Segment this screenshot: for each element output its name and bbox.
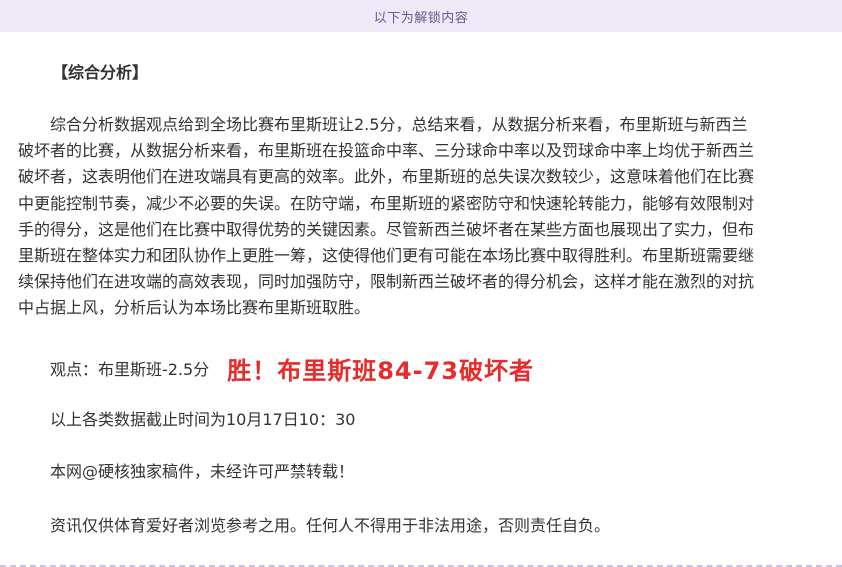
article-content: 【综合分析】 综合分析数据观点给到全场比赛布里斯班让2.5分，总结来看，从数据分… (0, 32, 842, 565)
paragraph-line: 综合分析数据观点给到全场比赛布里斯班让2.5分，总结来看，从数据分析来看，布里斯… (50, 115, 748, 134)
paragraph-line: 破坏者的比赛，从数据分析来看，布里斯班在投篮命中率、三分球命中率以及罚球命中率上… (18, 141, 755, 161)
data-cutoff-text: 以上各类数据截止时间为10月17日10：30 (50, 410, 356, 429)
disclaimer-text: 资讯仅供体育爱好者浏览参考之用。任何人不得用于非法用途，否则责任自负。 (50, 516, 611, 535)
paragraph-line: 里斯班在整体实力和团队协作上更胜一筹，这使得他们更有可能在本场比赛中取得胜利。布… (18, 246, 755, 266)
unlock-banner-text: 以下为解锁内容 (373, 10, 469, 26)
analysis-paragraph: 综合分析数据观点给到全场比赛布里斯班让2.5分，总结来看，从数据分析来看，布里斯… (18, 112, 824, 322)
viewpoint-row: 观点：布里斯班-2.5分 胜！布里斯班84-73破坏者 (50, 350, 534, 386)
copyright-notice: 本网@硬核独家稿件，未经许可严禁转载！ (50, 462, 355, 481)
paragraph-line: 破坏者，这表明他们在进攻端具有更高的效率。此外，布里斯班的总失误次数较少，这意味… (18, 167, 755, 187)
paragraph-line: 中占据上风，分析后认为本场比赛布里斯班取胜。 (18, 298, 371, 318)
viewpoint-label: 观点：布里斯班-2.5分 (50, 360, 210, 379)
paragraph-line: 中更能控制节奏，减少不必要的失误。在防守端，布里斯班的紧密防守和快速轮转能力，能… (18, 193, 755, 213)
unlock-banner: 以下为解锁内容 (0, 0, 842, 32)
viewpoint-result: 胜！布里斯班84-73破坏者 (227, 356, 534, 385)
paragraph-line: 续保持他们在进攻端的高效表现，同时加强防守，限制新西兰破坏者的得分机会，这样才能… (18, 272, 755, 292)
paragraph-line: 手的得分，这是他们在比赛中取得优势的关键因素。尽管新西兰破坏者在某些方面也展现出… (18, 219, 755, 239)
section-title: 【综合分析】 (52, 63, 149, 82)
